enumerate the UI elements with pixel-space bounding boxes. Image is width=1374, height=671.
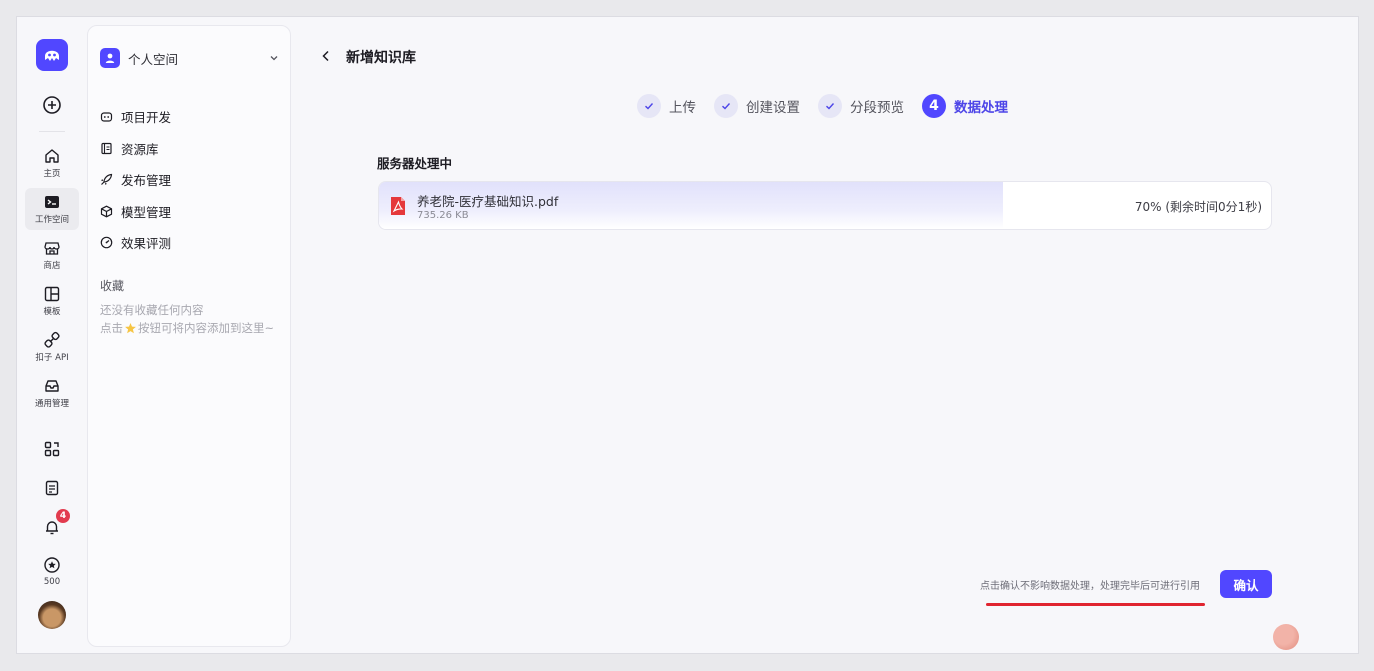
step-label: 数据处理 <box>954 100 1008 116</box>
step-preview: 分段预览 <box>818 94 904 118</box>
rail-divider <box>39 131 65 132</box>
sidebar-item-label: 资源库 <box>121 141 159 157</box>
gauge-icon <box>100 236 113 249</box>
inbox-icon <box>45 380 59 392</box>
step-label: 创建设置 <box>746 100 800 116</box>
credits-value: 500 <box>43 577 61 587</box>
main-content: 新增知识库 上传 创建设置 分段预览 4 数据处理 服务器处理中 养老院-医疗基… <box>297 17 1358 653</box>
rail-item-label: 工作空间 <box>34 215 69 225</box>
sidebar-menu: 项目开发 资源库 发布管理 模型管理 效果评测 <box>100 101 171 259</box>
space-name: 个人空间 <box>128 51 179 67</box>
star-icon <box>125 322 136 333</box>
favorites-empty-hint: 还没有收藏任何内容 点击 按钮可将内容添加到这里~ <box>100 301 274 337</box>
rail-item-label: 商店 <box>43 261 61 271</box>
app-logo-icon[interactable] <box>36 39 68 71</box>
favorites-empty-line1: 还没有收藏任何内容 <box>100 303 204 317</box>
workspace-sidebar: 个人空间 项目开发 资源库 发布管理 模型管理 效果评测 收藏 还没有收藏任何内… <box>87 25 291 647</box>
annotation-underline <box>986 603 1205 606</box>
star-badge-icon <box>44 557 60 573</box>
store-icon <box>44 242 60 255</box>
check-icon <box>637 94 661 118</box>
scan-icon[interactable] <box>37 434 67 464</box>
sidebar-item-label: 效果评测 <box>121 236 172 252</box>
chevron-left-icon <box>322 50 329 62</box>
cube-icon <box>100 205 113 218</box>
footer-note: 点击确认不影响数据处理，处理完毕后可进行引用 <box>980 581 1200 592</box>
rail-item-general-management[interactable]: 通用管理 <box>25 372 79 414</box>
credits[interactable]: 500 <box>43 556 61 587</box>
processing-status-label: 服务器处理中 <box>377 156 453 171</box>
step-number: 4 <box>922 94 946 118</box>
pdf-icon <box>389 196 407 220</box>
stepper: 上传 创建设置 分段预览 4 数据处理 <box>637 94 1026 118</box>
user-icon <box>100 48 120 68</box>
rail-item-store[interactable]: 商店 <box>25 234 79 276</box>
bot-icon <box>100 112 113 122</box>
template-icon <box>44 286 60 302</box>
step-settings: 创建设置 <box>714 94 800 118</box>
space-selector[interactable]: 个人空间 <box>100 46 280 70</box>
create-icon[interactable] <box>40 93 64 117</box>
check-icon <box>714 94 738 118</box>
step-label: 分段预览 <box>850 100 904 116</box>
file-progress-card: 养老院-医疗基础知识.pdf 735.26 KB 70% (剩余时间0分1秒) <box>378 181 1272 230</box>
sidebar-item-evaluation[interactable]: 效果评测 <box>100 227 171 259</box>
file-size: 735.26 KB <box>417 210 469 221</box>
favorites-hint-prefix: 点击 <box>100 321 123 335</box>
favorites-title: 收藏 <box>100 279 125 293</box>
sidebar-item-label: 发布管理 <box>121 173 172 189</box>
document-icon[interactable] <box>37 473 67 503</box>
link-icon <box>44 331 60 348</box>
rail-item-label: 模板 <box>43 307 61 317</box>
step-upload: 上传 <box>637 94 696 118</box>
file-name: 养老院-医疗基础知识.pdf <box>417 194 559 209</box>
user-avatar[interactable] <box>38 601 66 629</box>
app-window: 主页 工作空间 商店 模板 扣子 API 通用管理 4 500 个人空间 项目开… <box>16 16 1359 654</box>
home-icon <box>45 149 59 163</box>
sidebar-item-models[interactable]: 模型管理 <box>100 196 171 228</box>
rail-item-templates[interactable]: 模板 <box>25 280 79 322</box>
icon-rail: 主页 工作空间 商店 模板 扣子 API 通用管理 4 500 <box>17 17 87 653</box>
sidebar-item-publish[interactable]: 发布管理 <box>100 164 171 196</box>
back-button[interactable] <box>319 48 333 67</box>
notification-bell[interactable]: 4 <box>37 509 70 542</box>
sidebar-item-label: 模型管理 <box>121 204 172 220</box>
step-processing: 4 数据处理 <box>922 94 1008 118</box>
sidebar-item-label: 项目开发 <box>121 110 172 126</box>
rail-item-label: 扣子 API <box>35 353 69 363</box>
favorites-empty-line2: 点击 按钮可将内容添加到这里~ <box>100 319 274 337</box>
rail-item-home[interactable]: 主页 <box>25 142 79 184</box>
confirm-button[interactable]: 确认 <box>1220 570 1272 598</box>
page-title: 新增知识库 <box>346 50 416 66</box>
rocket-icon <box>101 174 113 186</box>
step-label: 上传 <box>669 100 696 116</box>
favorites-hint-suffix: 按钮可将内容添加到这里~ <box>138 321 275 335</box>
sidebar-item-projects[interactable]: 项目开发 <box>100 101 171 133</box>
sidebar-item-library[interactable]: 资源库 <box>100 133 171 165</box>
library-icon <box>101 142 112 154</box>
rail-item-api[interactable]: 扣子 API <box>25 326 79 368</box>
check-icon <box>818 94 842 118</box>
floating-assistant-avatar[interactable] <box>1273 624 1299 650</box>
file-progress-status: 70% (剩余时间0分1秒) <box>1134 200 1262 214</box>
rail-item-label: 通用管理 <box>34 399 69 409</box>
chevron-down-icon <box>270 56 278 61</box>
rail-item-workspace[interactable]: 工作空间 <box>25 188 79 230</box>
rail-item-label: 主页 <box>43 169 61 179</box>
notification-badge: 4 <box>56 509 70 523</box>
terminal-icon <box>45 196 59 208</box>
